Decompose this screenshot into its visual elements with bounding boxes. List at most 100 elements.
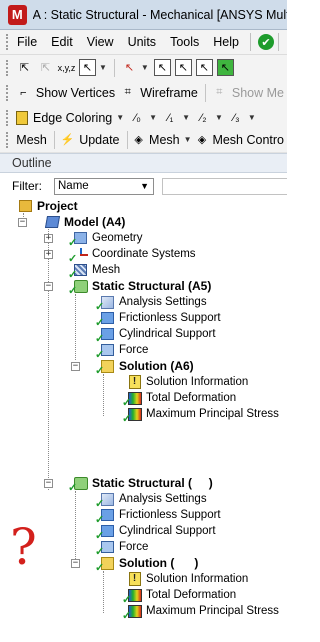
coordinate-label-icon[interactable]: x,y,z — [58, 59, 76, 76]
tree-project[interactable]: Project — [18, 198, 78, 214]
filter-search-input[interactable] — [162, 177, 287, 195]
filter-select[interactable]: Name ▼ — [54, 177, 154, 195]
tree-static-structural-a5[interactable]: ✓ Static Structural (A5) — [68, 278, 211, 297]
tree-frictionless-support-2[interactable]: ✓ Frictionless Support — [95, 507, 221, 526]
menu-units[interactable]: Units — [121, 35, 163, 49]
tree-mesh-label: Mesh — [92, 264, 121, 276]
menu-tools[interactable]: Tools — [163, 35, 206, 49]
tree-max-principal-stress-1[interactable]: ✓ Maximum Principal Stress — [122, 406, 279, 425]
menu-file[interactable]: File — [10, 35, 44, 49]
edge-style-2-dropdown-icon[interactable]: ▼ — [215, 113, 223, 122]
edge-select-icon[interactable]: ↖ — [174, 59, 192, 76]
tree-total-deformation-1[interactable]: ✓ Total Deformation — [122, 390, 237, 409]
mesh-control-icon[interactable]: ◈ — [197, 131, 208, 148]
analysis-settings-icon: ✓ — [95, 492, 115, 510]
edge-style-1-dropdown-icon[interactable]: ▼ — [182, 113, 190, 122]
tree-force-1[interactable]: ✓ Force — [95, 342, 149, 361]
tree-solution-information-2-label: Solution Information — [146, 573, 249, 585]
mesh-toolbar: Mesh ⚡ Update ◈ Mesh ▼ ◈ Mesh Contro — [0, 127, 287, 153]
project-icon — [18, 199, 33, 214]
expand-geometry-icon[interactable]: + — [44, 234, 53, 243]
geometry-icon: ✓ — [68, 231, 88, 249]
display-toolbar: ⌐ Show Vertices ⌗ Wireframe ⌗ Show Me — [0, 80, 287, 106]
menu-separator — [277, 33, 279, 51]
menu-edit[interactable]: Edit — [44, 35, 80, 49]
tree-geometry[interactable]: ✓ Geometry — [68, 230, 143, 249]
tree-total-deformation-1-label: Total Deformation — [146, 392, 237, 404]
menu-view[interactable]: View — [80, 35, 121, 49]
collapse-model-icon[interactable]: − — [18, 218, 27, 227]
face-select-icon[interactable]: ↖ — [195, 59, 213, 76]
tree-static-structural-2[interactable]: ✓ Static Structural ( ) — [68, 475, 213, 494]
select-mode-dropdown-icon[interactable]: ▼ — [99, 63, 107, 72]
tree-coordinate-systems[interactable]: ✓ Coordinate Systems — [68, 246, 196, 265]
pointer-dropdown-icon[interactable]: ▼ — [141, 63, 149, 72]
collapse-analysis1-icon[interactable]: − — [44, 282, 53, 291]
filter-select-value: Name — [58, 180, 89, 192]
mesh-dropdown-button[interactable]: Mesh — [149, 133, 180, 147]
vertex-select-icon[interactable]: ↖ — [153, 59, 171, 76]
tree-total-deformation-2[interactable]: ✓ Total Deformation — [122, 587, 236, 606]
edge-style-1-icon[interactable]: ⁄₁ — [162, 109, 179, 126]
collapse-solution1-icon[interactable]: − — [71, 362, 80, 371]
total-deformation-icon: ✓ — [122, 391, 142, 409]
mesh-dropdown-icon[interactable]: ▼ — [184, 135, 192, 144]
edge-coloring-button[interactable]: Edge Coloring — [33, 111, 112, 125]
toolbar-grip-icon[interactable] — [6, 131, 9, 148]
analysis-settings-icon: ✓ — [95, 295, 115, 313]
pick-disabled-icon[interactable]: ⇱ — [37, 59, 54, 76]
tree-analysis-settings-2[interactable]: ✓ Analysis Settings — [95, 491, 207, 510]
tree-solution-information-2[interactable]: ! Solution Information — [127, 571, 248, 587]
lightning-icon[interactable]: ⚡ — [61, 131, 75, 148]
solve-check-icon[interactable]: ✔ — [257, 34, 274, 50]
tree-model[interactable]: Model (A4) — [44, 214, 125, 230]
tree-mesh[interactable]: ✓ Mesh — [68, 262, 121, 281]
tree-force-1-label: Force — [119, 344, 149, 356]
update-button[interactable]: Update — [79, 133, 119, 147]
tree-solution2-label: Solution ( ) — [119, 556, 199, 570]
edge-style-0-icon[interactable]: ⁄₀ — [129, 109, 146, 126]
select-mode-icon[interactable]: ↖ — [79, 59, 96, 76]
edge-style-2-icon[interactable]: ⁄₂ — [195, 109, 212, 126]
edge-style-3-icon[interactable]: ⁄₃ — [228, 109, 245, 126]
toolbar-grip-icon[interactable] — [6, 84, 10, 101]
show-vertices-icon[interactable]: ⌐ — [16, 84, 31, 101]
show-mesh-icon[interactable]: ⌗ — [212, 84, 227, 101]
tree-solution-information-1[interactable]: ! Solution Information — [127, 374, 248, 390]
show-vertices-button[interactable]: Show Vertices — [36, 86, 115, 100]
expand-coordinate-systems-icon[interactable]: + — [44, 250, 53, 259]
edge-style-3-dropdown-icon[interactable]: ▼ — [248, 113, 256, 122]
max-principal-stress-icon: ✓ — [122, 407, 142, 425]
tree-connector — [103, 571, 104, 613]
edge-style-0-dropdown-icon[interactable]: ▼ — [149, 113, 157, 122]
toolbar-grip-icon[interactable] — [6, 59, 10, 76]
menu-separator — [249, 33, 251, 51]
body-select-icon[interactable]: ↖ — [216, 59, 234, 76]
tree-force-2[interactable]: ✓ Force — [95, 539, 148, 558]
tree-analysis-settings-2-label: Analysis Settings — [119, 493, 207, 505]
tree-analysis2-label: Static Structural ( ) — [92, 476, 213, 490]
wireframe-icon[interactable]: ⌗ — [120, 84, 135, 101]
toolbar-grip-icon[interactable] — [6, 109, 10, 126]
edge-coloring-dropdown-icon[interactable]: ▼ — [116, 113, 124, 122]
toolbar-separator — [113, 58, 115, 77]
tree-analysis-settings-1[interactable]: ✓ Analysis Settings — [95, 294, 207, 313]
collapse-solution2-icon[interactable]: − — [71, 559, 80, 568]
tree-analysis-settings-1-label: Analysis Settings — [119, 296, 207, 308]
wireframe-button[interactable]: Wireframe — [140, 86, 198, 100]
pick-icon[interactable]: ⇱ — [16, 59, 33, 76]
tree-max-principal-stress-2[interactable]: ✓ Maximum Principal Stress — [122, 603, 279, 622]
mesh-icon[interactable]: ◈ — [133, 131, 144, 148]
pointer-icon[interactable]: ↖ — [121, 59, 138, 76]
edge-coloring-icon[interactable] — [16, 110, 28, 125]
tree-cylindrical-support-1[interactable]: ✓ Cylindrical Support — [95, 326, 216, 345]
tree-cylindrical-support-2[interactable]: ✓ Cylindrical Support — [95, 523, 216, 542]
menu-help[interactable]: Help — [206, 35, 246, 49]
mesh-control-button[interactable]: Mesh Contro — [212, 133, 284, 147]
tree-solution-2[interactable]: ✓ Solution ( ) — [95, 555, 199, 574]
show-mesh-button[interactable]: Show Me — [232, 86, 284, 100]
collapse-analysis2-icon[interactable]: − — [44, 479, 53, 488]
tree-solution-a6[interactable]: ✓ Solution (A6) — [95, 358, 194, 377]
tree-frictionless-support-1[interactable]: ✓ Frictionless Support — [95, 310, 221, 329]
outline-title: Outline — [12, 156, 52, 170]
